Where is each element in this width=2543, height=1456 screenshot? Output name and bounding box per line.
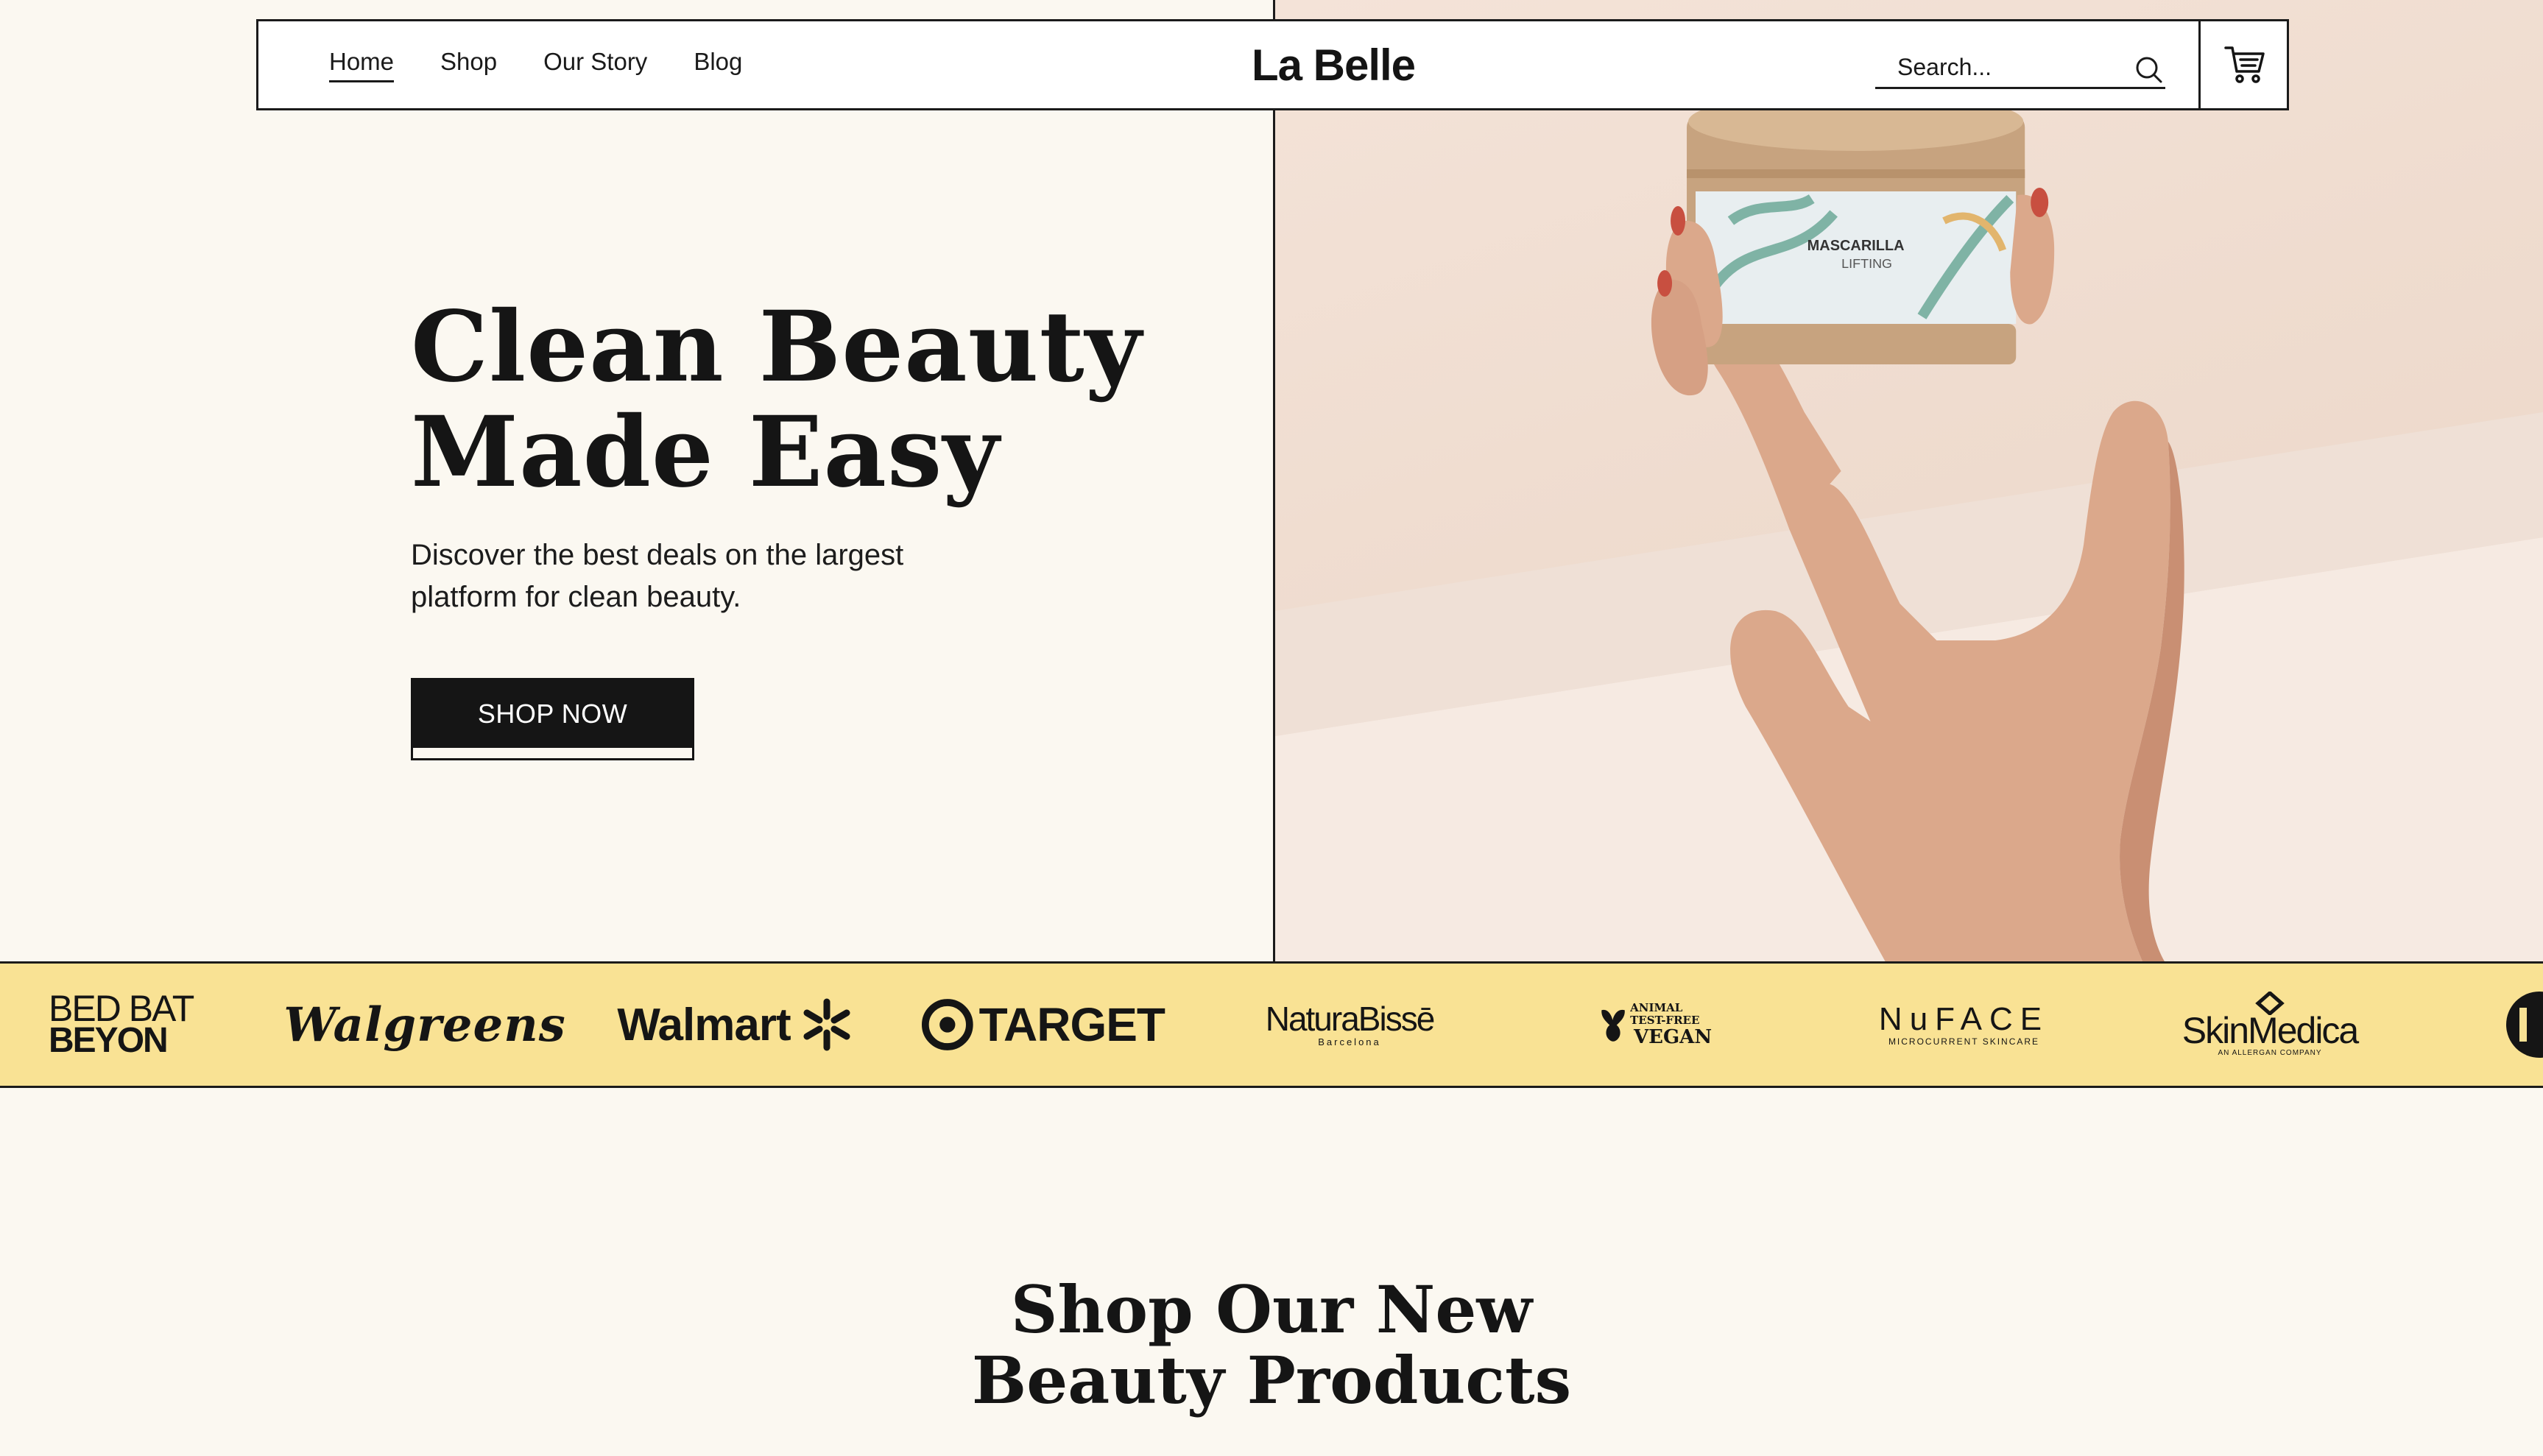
vegan-text: ANIMAL TEST-FREE VEGAN (1630, 1001, 1715, 1048)
search-input[interactable] (1875, 49, 2111, 86)
nav-link-home[interactable]: Home (329, 48, 395, 82)
partial-brand-logo (2506, 992, 2543, 1058)
nav-link-shop[interactable]: Shop (440, 48, 497, 82)
natura-wordmark: NaturaBissē (1265, 1000, 1436, 1038)
nav-link-blog[interactable]: Blog (694, 48, 742, 82)
natura-subtitle: Barcelona (1318, 1036, 1381, 1047)
brand-logo-bed-bath-beyond: BED BAT BEYON (49, 964, 196, 1086)
hero-title-line1: Clean Beauty (411, 290, 1143, 404)
nuface-wordmark: NuFACE (1878, 1001, 2050, 1037)
jar-label-line1: MASCARILLA (1807, 238, 1905, 254)
jar-label-line2: LIFTING (1841, 256, 1892, 271)
brand-logo-nuface: NuFACE MICROCURRENT SKINCARE (1879, 964, 2043, 1086)
brand-logo-walmart: Walmart (615, 964, 858, 1086)
site-logo[interactable]: La Belle (1223, 21, 1444, 108)
bbb-line2: BEYON (49, 1021, 169, 1060)
brand-logo-vegan: ANIMAL TEST-FREE VEGAN (1598, 964, 1715, 1086)
nav-link-our-story[interactable]: Our Story (543, 48, 647, 82)
search-bar (1875, 48, 2165, 89)
cart-button[interactable] (2198, 21, 2289, 108)
brand-logo-natura-bisse: NaturaBissē Barcelona (1266, 964, 1436, 1086)
hand-holding-jar-illustration: MASCARILLA LIFTING (1275, 92, 2543, 961)
cart-icon (2224, 46, 2265, 83)
hero-subtitle: Discover the best deals on the largest p… (411, 539, 904, 613)
top-navbar: Home Shop Our Story Blog La Belle (256, 19, 2289, 110)
skinmedica-wordmark: SkinMedica (2182, 1010, 2359, 1051)
hero-text-block: Clean Beauty Made Easy Discover the best… (411, 294, 1221, 618)
walmart-spark-icon (803, 998, 850, 1051)
brand-logo-skinmedica: SkinMedica AN ALLERGAN COMPANY (2182, 964, 2359, 1086)
new-products-section: Shop Our New Beauty Products (0, 1088, 2543, 1456)
products-heading: Shop Our New Beauty Products (0, 1274, 2543, 1416)
shop-now-button[interactable]: SHOP NOW (411, 678, 694, 760)
bunny-icon (1601, 1009, 1625, 1042)
nuface-subtitle: MICROCURRENT SKINCARE (1888, 1036, 2040, 1047)
products-heading-line1: Shop Our New (1010, 1271, 1533, 1348)
target-bullseye-icon (922, 999, 973, 1050)
search-icon[interactable] (2133, 54, 2165, 86)
nav-links: Home Shop Our Story Blog (329, 21, 789, 108)
bbb-line1: BED BAT (49, 988, 194, 1029)
skinmedica-subtitle: AN ALLERGAN COMPANY (2218, 1049, 2322, 1057)
hero-product-image: MASCARILLA LIFTING (1273, 0, 2543, 961)
walmart-wordmark: Walmart (617, 999, 791, 1050)
hero-title-line2: Made Easy (411, 395, 1001, 509)
shop-now-label: SHOP NOW (413, 680, 692, 748)
vegan-line2: VEGAN (1633, 1026, 1713, 1048)
brand-logo-strip: BED BAT BEYON Walgreens Walmart TARGET N… (0, 961, 2543, 1088)
products-heading-line2: Beauty Products (971, 1342, 1572, 1418)
hero-title: Clean Beauty Made Easy (411, 294, 1221, 505)
target-wordmark: TARGET (978, 998, 1165, 1051)
brand-logo-walgreens: Walgreens (283, 997, 566, 1053)
brand-logo-target: TARGET (922, 964, 1165, 1086)
hero-section: MASCARILLA LIFTING Clean Beauty Made Eas… (0, 0, 2543, 961)
vegan-line1: ANIMAL TEST-FREE (1630, 1001, 1700, 1027)
